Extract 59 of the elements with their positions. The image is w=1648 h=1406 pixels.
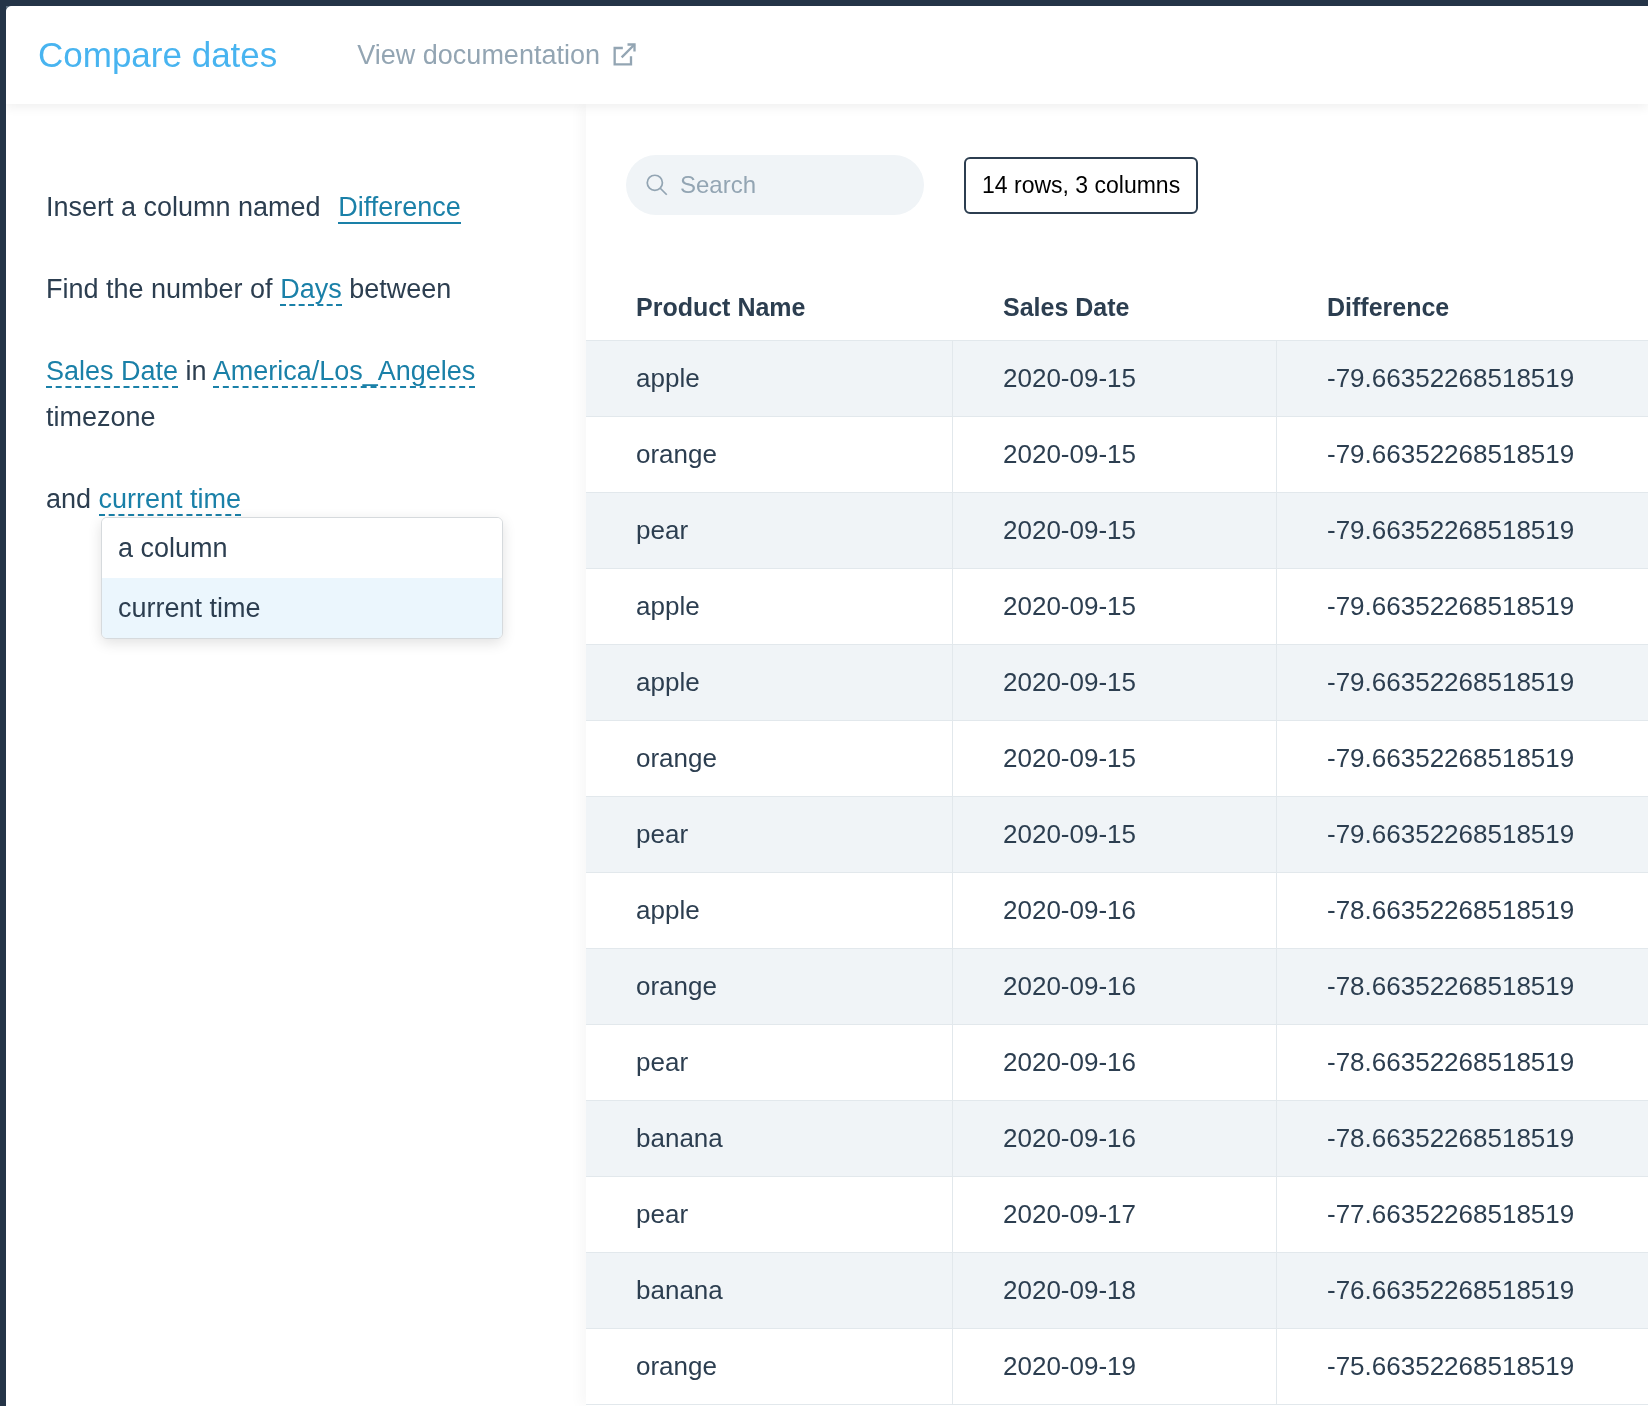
search-icon xyxy=(644,172,670,198)
table-cell: apple xyxy=(586,873,953,948)
table-cell: orange xyxy=(586,949,953,1024)
row-count-label: 14 rows, 3 columns xyxy=(964,156,1199,214)
table-cell-text: -79.66352268518519 xyxy=(1326,742,1576,775)
table-cell-text: -79.66352268518519 xyxy=(1326,666,1576,699)
table-cell-text: -79.66352268518519 xyxy=(1326,438,1576,471)
table-cell: 2020-09-15 xyxy=(953,797,1277,872)
table-cell: apple xyxy=(586,645,953,720)
table-cell: 2020-09-15 xyxy=(953,417,1277,492)
option-link[interactable]: America/Los_Angeles xyxy=(212,356,476,388)
table-cell: apple xyxy=(586,569,953,644)
table-cell: pear xyxy=(586,1177,953,1252)
table-cell-text: -79.66352268518519 xyxy=(1326,514,1576,547)
table-cell: apple xyxy=(586,341,953,416)
table-cell: orange xyxy=(586,417,953,492)
instruction-text: Insert a column named Difference xyxy=(46,191,462,226)
table-cell: 2020-09-15 xyxy=(953,721,1277,796)
table-cell: 2020-09-15 xyxy=(953,341,1277,416)
table-cell-text: -79.66352268518519 xyxy=(1326,590,1576,623)
column-header[interactable]: Product Name xyxy=(636,292,806,321)
table-cell: 2020-09-16 xyxy=(953,1101,1277,1176)
table-cell-text: -79.66352268518519 xyxy=(1326,818,1576,851)
table-cell: pear xyxy=(586,1025,953,1100)
table-cell-text: -75.66352268518519 xyxy=(1326,1350,1576,1383)
option-link[interactable]: Sales Date xyxy=(46,356,179,388)
column-name-field[interactable]: Difference xyxy=(338,192,461,224)
table-cell: pear xyxy=(586,493,953,568)
dropdown-option[interactable]: current time xyxy=(102,578,502,638)
dropdown-option[interactable]: a column xyxy=(102,518,502,578)
table-cell-text: -78.66352268518519 xyxy=(1326,1122,1576,1155)
documentation-link[interactable]: View documentation xyxy=(357,34,638,76)
table-cell: 2020-09-16 xyxy=(953,873,1277,948)
instruction-text: Sales Date in America/Los_Angeles timezone xyxy=(46,355,477,434)
table-cell-text: -78.66352268518519 xyxy=(1326,894,1576,927)
table-cell: pear xyxy=(586,797,953,872)
table-cell: 2020-09-15 xyxy=(953,569,1277,644)
table-cell: 2020-09-17 xyxy=(953,1177,1277,1252)
dialog-title: Compare dates xyxy=(38,33,278,76)
table-cell: banana xyxy=(586,1101,953,1176)
table-cell-text: -78.66352268518519 xyxy=(1326,1046,1576,1079)
column-header[interactable]: Sales Date xyxy=(1003,292,1130,321)
table-cell: orange xyxy=(586,1329,953,1404)
table-cell: banana xyxy=(586,1253,953,1328)
table-cell-text: -77.66352268518519 xyxy=(1326,1198,1576,1231)
search-field[interactable]: Search xyxy=(626,155,924,215)
column-header[interactable]: Difference xyxy=(1327,292,1450,321)
table-cell-text: -79.66352268518519 xyxy=(1326,362,1576,395)
table-cell-text: -76.66352268518519 xyxy=(1326,1274,1576,1307)
table-cell: 2020-09-16 xyxy=(953,949,1277,1024)
table-cell: 2020-09-19 xyxy=(953,1329,1277,1404)
table-cell: 2020-09-16 xyxy=(953,1025,1277,1100)
table-cell-text: -78.66352268518519 xyxy=(1326,970,1576,1003)
table-cell: orange xyxy=(586,721,953,796)
instruction-text: Find the number of Days between xyxy=(46,273,453,308)
table-cell: 2020-09-15 xyxy=(953,493,1277,568)
option-link[interactable]: Days xyxy=(280,274,342,306)
table-cell: 2020-09-15 xyxy=(953,645,1277,720)
table-cell: 2020-09-18 xyxy=(953,1253,1277,1328)
